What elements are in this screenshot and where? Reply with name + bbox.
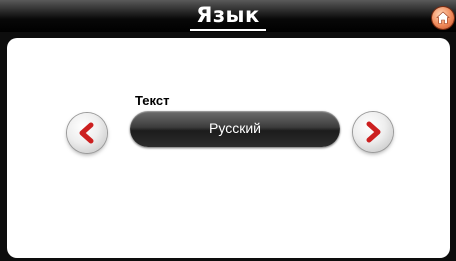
chevron-right-icon [366, 121, 381, 143]
title-bar: Язык [0, 0, 456, 32]
text-language-label: Текст [135, 93, 170, 108]
home-button[interactable] [432, 7, 454, 29]
title-underline [190, 29, 266, 31]
home-icon [436, 11, 450, 24]
next-language-button[interactable] [353, 112, 393, 152]
language-value: Русский [209, 120, 261, 136]
language-value-selector[interactable]: Русский [130, 111, 340, 147]
chevron-left-icon [79, 122, 94, 144]
language-settings-screen: Язык Текст Русский [0, 0, 456, 261]
previous-language-button[interactable] [67, 113, 107, 153]
page-title: Язык [196, 3, 260, 27]
